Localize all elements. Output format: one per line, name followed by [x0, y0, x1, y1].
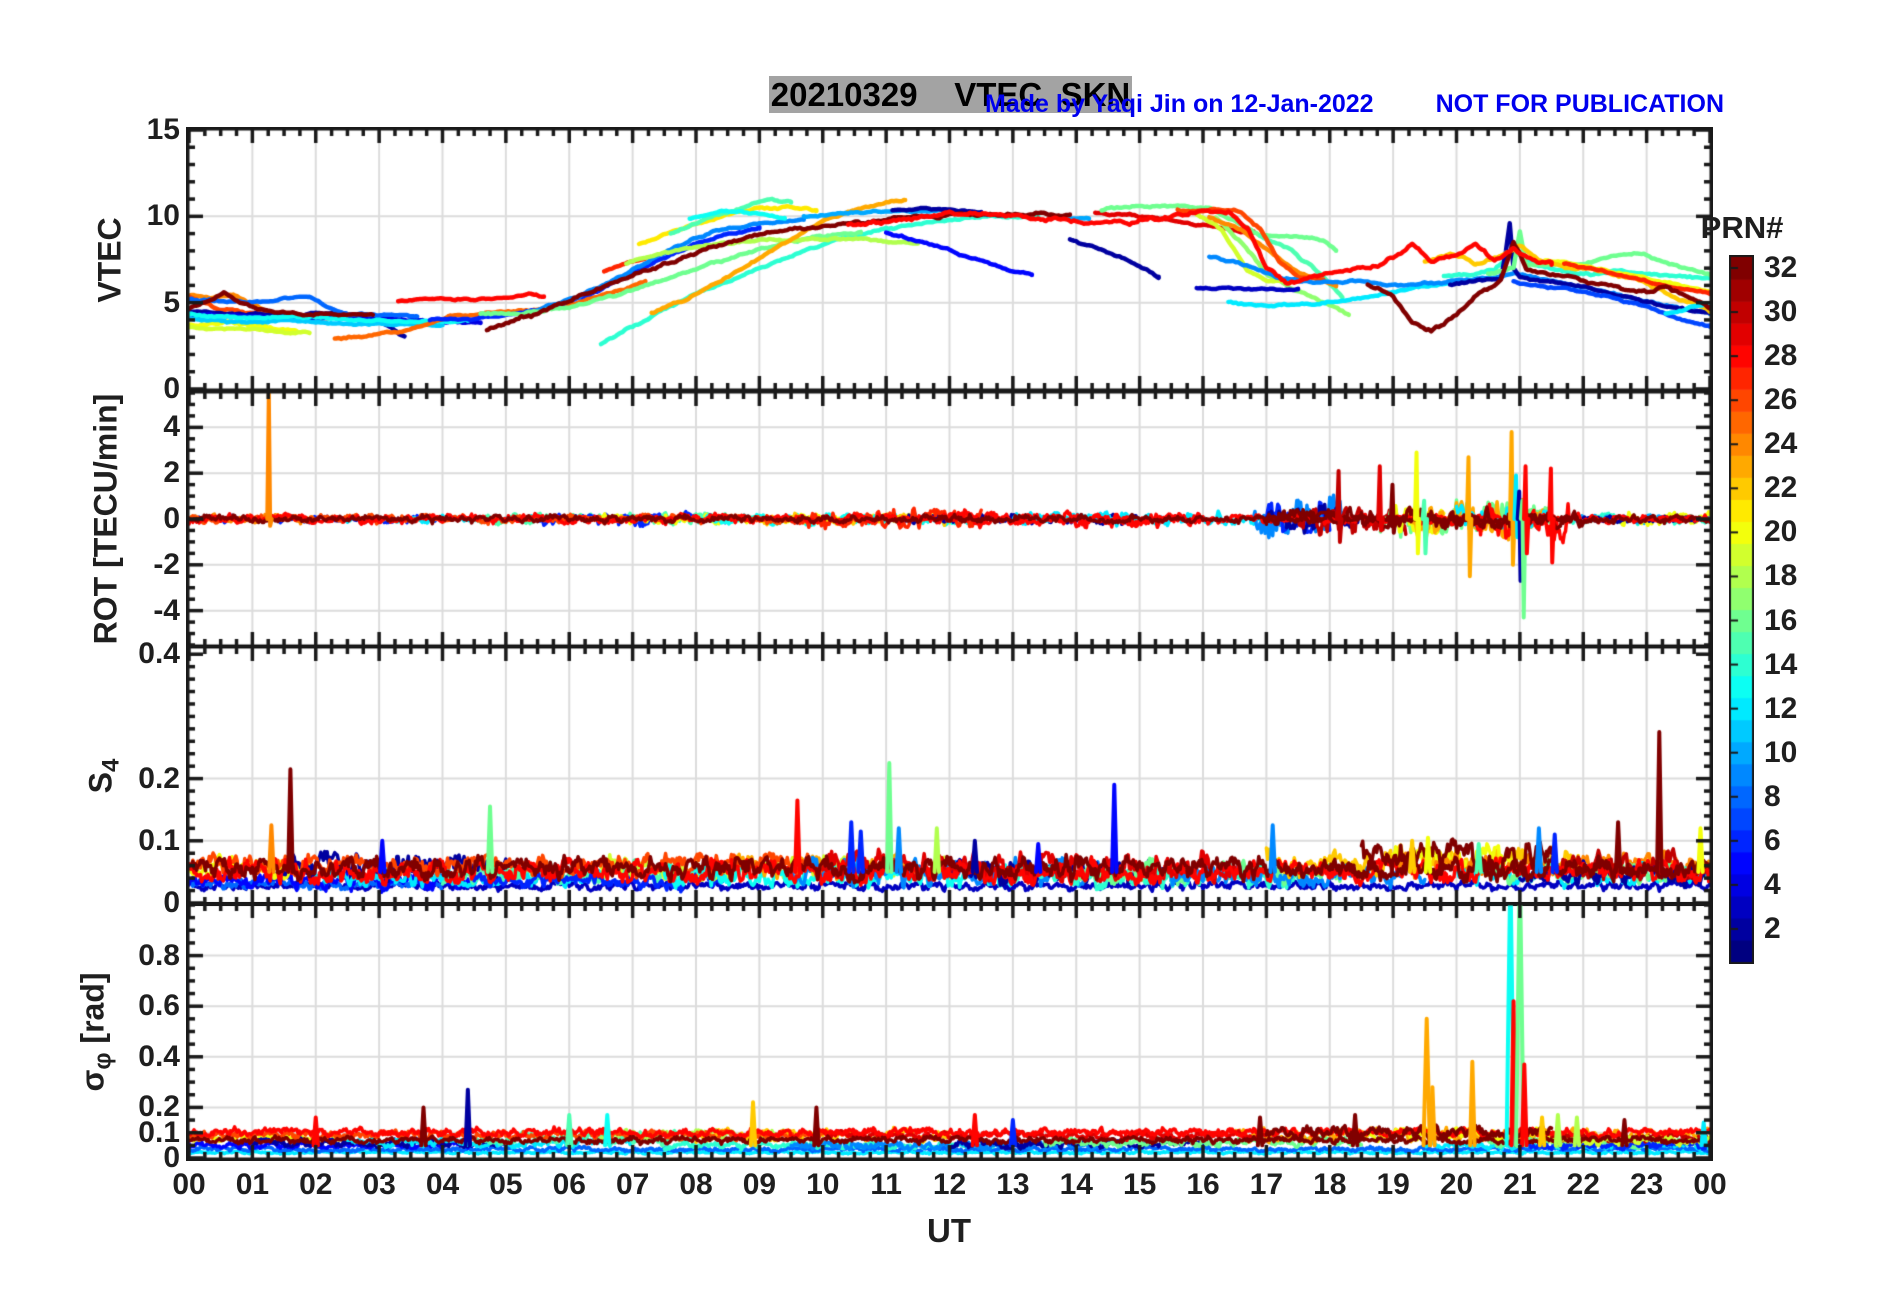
- x-tick-label-2: 02: [299, 1168, 333, 1201]
- y-axis-title-vtec: VTEC: [91, 216, 128, 303]
- x-tick-label-11: 11: [870, 1168, 902, 1201]
- colorbar-tick-label-18: 18: [1764, 559, 1798, 593]
- y-tick-label-s4-0.1: 0.1: [138, 823, 180, 857]
- vtec-plot-canvas: [186, 127, 1713, 392]
- x-tick-label-22: 22: [1566, 1168, 1600, 1201]
- x-tick-label-18: 18: [1313, 1168, 1347, 1201]
- colorbar-tick-label-20: 20: [1764, 515, 1798, 549]
- colorbar-tick-label-22: 22: [1764, 471, 1798, 505]
- x-tick-label-21: 21: [1503, 1168, 1537, 1201]
- panel-s4: [186, 645, 1713, 906]
- x-tick-label-6: 06: [552, 1168, 586, 1201]
- x-tick-label-0: 00: [172, 1168, 206, 1201]
- y-tick-label-s4-0: 0: [163, 886, 180, 919]
- x-tick-label-3: 03: [362, 1168, 396, 1201]
- y-axis-title-rot: ROT [TECU/min]: [87, 393, 124, 645]
- y-tick-label-sigma_phi-0: 0: [163, 1141, 180, 1174]
- panel-vtec: [186, 127, 1713, 392]
- colorbar-tick-label-6: 6: [1764, 823, 1781, 857]
- y-tick-label-vtec-15: 15: [146, 113, 180, 146]
- colorbar-tick-label-8: 8: [1764, 779, 1781, 813]
- panel-rot: [186, 390, 1713, 648]
- rot-plot-canvas: [186, 390, 1713, 648]
- y-tick-label-sigma_phi-0.8: 0.8: [138, 938, 180, 972]
- x-tick-label-20: 20: [1439, 1168, 1474, 1201]
- x-tick-label-7: 07: [615, 1168, 650, 1201]
- colorbar-canvas: [1729, 255, 1754, 964]
- x-tick-label-16: 16: [1186, 1168, 1220, 1201]
- y-axis-title-s4: S4: [82, 758, 125, 793]
- x-tick-label-9: 09: [742, 1168, 777, 1201]
- sigma-phi-plot-canvas: [186, 902, 1713, 1161]
- panel-sigma-phi: [186, 902, 1713, 1161]
- x-axis-title: UT: [927, 1212, 971, 1249]
- colorbar: [1729, 255, 1754, 969]
- y-axis-title-sigma_phi: σφ [rad]: [74, 971, 117, 1092]
- x-tick-label-23: 23: [1629, 1168, 1664, 1201]
- credit-text: Made by Yaqi Jin on 12-Jan-2022: [985, 90, 1374, 118]
- colorbar-tick-label-28: 28: [1764, 339, 1798, 373]
- colorbar-tick-label-26: 26: [1764, 383, 1798, 417]
- x-tick-label-14: 14: [1059, 1168, 1093, 1201]
- colorbar-tick-label-16: 16: [1764, 603, 1798, 637]
- colorbar-tick-label-10: 10: [1764, 735, 1798, 769]
- x-tick-label-13: 13: [996, 1168, 1030, 1201]
- x-tick-label-12: 12: [932, 1168, 967, 1201]
- colorbar-tick-label-32: 32: [1764, 251, 1798, 285]
- colorbar-tick-label-4: 4: [1764, 867, 1781, 901]
- x-tick-label-19: 19: [1376, 1168, 1410, 1201]
- colorbar-tick-label-30: 30: [1764, 295, 1798, 329]
- x-tick-label-17: 17: [1249, 1168, 1284, 1201]
- warning-text: NOT FOR PUBLICATION: [1435, 90, 1724, 118]
- figure-root: 20210329 VTEC SKN Made by Yaqi Jin on 12…: [0, 0, 1902, 1292]
- colorbar-title: PRN#: [1700, 210, 1784, 245]
- colorbar-tick-label-14: 14: [1764, 647, 1798, 681]
- x-tick-label-15: 15: [1122, 1168, 1157, 1201]
- x-tick-label-4: 04: [425, 1168, 460, 1201]
- colorbar-tick-label-2: 2: [1764, 911, 1781, 945]
- x-tick-label-24: 00: [1693, 1168, 1727, 1201]
- s4-plot-canvas: [186, 645, 1713, 906]
- x-tick-label-8: 08: [679, 1168, 713, 1201]
- x-tick-label-5: 05: [489, 1168, 523, 1201]
- colorbar-tick-label-12: 12: [1764, 691, 1798, 725]
- x-tick-label-10: 10: [806, 1168, 840, 1201]
- x-tick-label-1: 01: [235, 1168, 270, 1201]
- colorbar-tick-label-24: 24: [1764, 427, 1798, 461]
- credit-line: Made by Yaqi Jin on 12-Jan-2022 NOT FOR P…: [985, 90, 1885, 119]
